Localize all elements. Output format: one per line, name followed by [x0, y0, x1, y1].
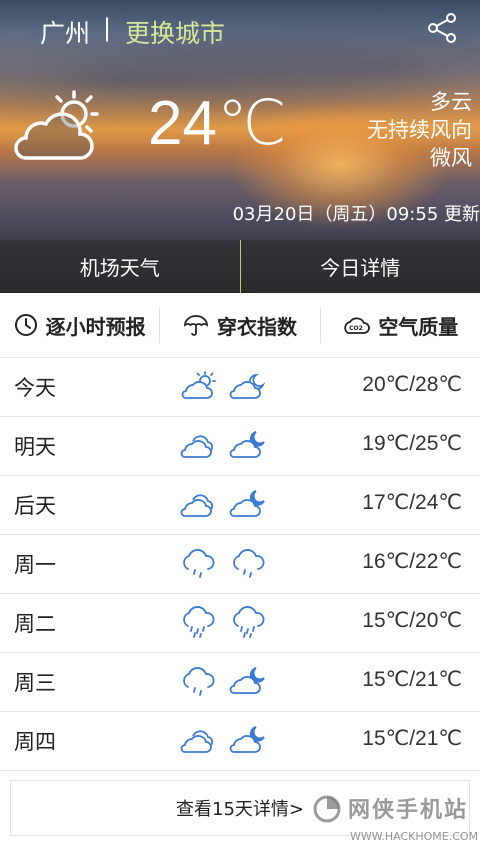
cloud-moon-icon [229, 490, 265, 517]
hourly-forecast-label: 逐小时预报 [45, 314, 146, 339]
wind-direction: 无持续风向 [367, 118, 472, 142]
share-icon[interactable] [426, 12, 458, 44]
forecast-day: 明天 [14, 435, 56, 459]
temperature-range: 16℃/22℃ [362, 550, 462, 573]
weather-hero: 广州 | 更换城市 24℃ 多云 无持续风向 微风 03月20日（周五）09:5… [0, 0, 480, 293]
tab-today-details[interactable]: 今日详情 [241, 240, 480, 293]
forecast-day: 今天 [14, 376, 56, 400]
forecast-row[interactable]: 明天 19℃/25℃ [0, 417, 480, 476]
update-time: 03月20日（周五）09:55 更新 [232, 204, 480, 225]
current-conditions: 多云 无持续风向 微风 [367, 88, 472, 172]
condition-text: 多云 [430, 90, 472, 114]
forecast-row[interactable]: 周二 15℃/20℃ [0, 594, 480, 653]
clock-icon [14, 314, 37, 336]
temperature-range: 20℃/28℃ [362, 373, 462, 396]
forecast-day: 周二 [14, 612, 56, 636]
wind-strength: 微风 [430, 146, 472, 170]
forecast-row[interactable]: 周一 16℃/22℃ [0, 535, 480, 594]
header-separator: | [103, 14, 112, 42]
cloudy-icon [180, 730, 213, 753]
co2-cloud-icon: CO2 [344, 317, 371, 334]
clothing-index-label: 穿衣指数 [216, 314, 297, 339]
forecast-row[interactable]: 周四 15℃/21℃ [0, 712, 480, 771]
temperature-range: 15℃/20℃ [362, 609, 462, 632]
forecast-day: 周三 [14, 671, 56, 695]
temperature-range: 15℃/21℃ [362, 668, 462, 691]
light-rain-icon [183, 549, 215, 578]
top-bar: 广州 | 更换城市 [0, 0, 480, 58]
city-name[interactable]: 广州 [40, 14, 90, 50]
partly-cloudy-sun-icon [14, 90, 99, 160]
svg-text:CO2: CO2 [349, 325, 363, 332]
forecast-day: 后天 [14, 494, 56, 518]
view-15-day-button[interactable]: 查看15天详情> [10, 780, 470, 836]
cloud-moon-icon [229, 373, 266, 399]
cloud-moon-icon [229, 726, 265, 753]
light-rain-icon [183, 667, 215, 696]
forecast-row[interactable]: 周三 15℃/21℃ [0, 653, 480, 712]
feature-bar: 逐小时预报 穿衣指数 CO2 空气质量 [0, 293, 480, 357]
hero-tabs: 机场天气 今日详情 [0, 240, 480, 293]
forecast-list: 今天 20℃/28℃ 明天 19℃/25℃ 后天 17℃/24℃ 周一 16℃/… [0, 358, 480, 771]
forecast-day: 周一 [14, 553, 56, 577]
air-quality-label: 空气质量 [378, 314, 459, 339]
current-temperature: 24℃ [148, 89, 287, 158]
forecast-day: 周四 [14, 730, 56, 754]
temperature-range: 15℃/21℃ [362, 727, 462, 750]
temperature-range: 17℃/24℃ [362, 491, 462, 514]
cloud-moon-icon [229, 667, 265, 694]
forecast-row[interactable]: 今天 20℃/28℃ [0, 358, 480, 417]
clothing-index-button[interactable]: 穿衣指数 [160, 293, 319, 357]
cloudy-icon [180, 435, 213, 458]
temperature-range: 19℃/25℃ [362, 432, 462, 455]
rain-icon [183, 606, 215, 638]
air-quality-button[interactable]: CO2 空气质量 [321, 293, 480, 357]
rain-icon [233, 606, 265, 638]
cloud-sun-icon [181, 371, 216, 399]
cloud-moon-icon [229, 431, 265, 458]
forecast-row[interactable]: 后天 17℃/24℃ [0, 476, 480, 535]
umbrella-icon [184, 315, 208, 336]
hourly-forecast-button[interactable]: 逐小时预报 [0, 293, 159, 357]
light-rain-icon [233, 549, 265, 578]
cloudy-icon [180, 494, 213, 517]
change-city-button[interactable]: 更换城市 [125, 14, 225, 50]
tab-airport-weather[interactable]: 机场天气 [0, 240, 240, 293]
